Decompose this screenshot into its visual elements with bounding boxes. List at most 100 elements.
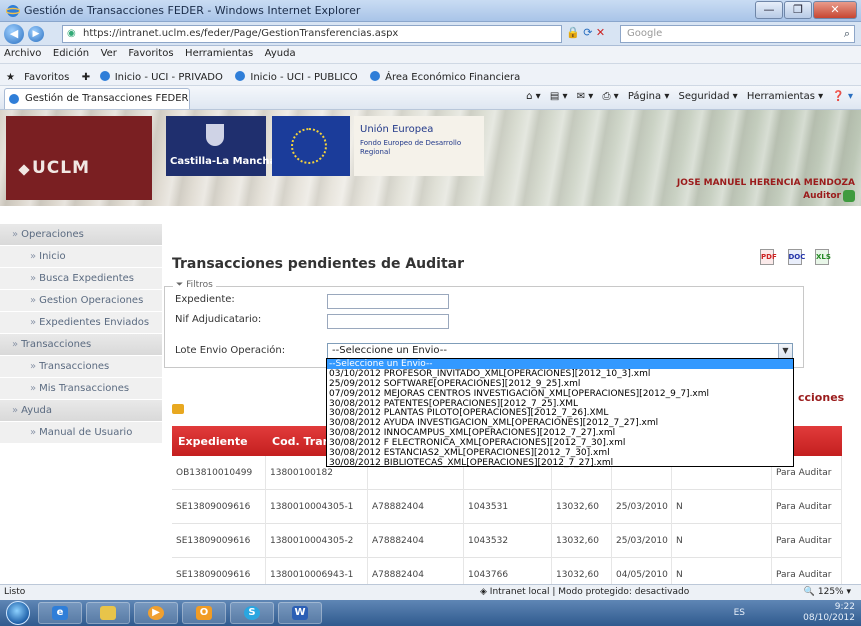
clock[interactable]: 9:22 08/10/2012	[803, 602, 855, 624]
table-row[interactable]: SE13809009616 1380010004305-1 A78882404 104…	[172, 490, 842, 524]
tools-menu[interactable]: Herramientas ▾	[747, 91, 823, 102]
sidebar-item-inicio[interactable]: » Inicio	[0, 246, 162, 268]
eu-stars-icon	[291, 128, 327, 164]
sidebar-item-busca-expedientes[interactable]: » Busca Expedientes	[0, 268, 162, 290]
page-content: UCLM Castilla-La Mancha Unión Europea Fo…	[0, 110, 861, 584]
security-menu[interactable]: Seguridad ▾	[679, 91, 738, 102]
add-favorite-icon[interactable]: ✚	[79, 68, 93, 83]
taskbar-outlook[interactable]: O	[182, 602, 226, 624]
column-header-expediente[interactable]: Expediente	[178, 435, 248, 448]
taskbar-skype[interactable]: S	[230, 602, 274, 624]
sidebar-item-gestion-operaciones[interactable]: » Gestion Operaciones	[0, 290, 162, 312]
fav-link-publico[interactable]: Inicio - UCI - PUBLICO	[232, 64, 363, 83]
status-text: Listo	[4, 587, 26, 597]
dropdown-option[interactable]: --Seleccione un Envio--	[327, 359, 793, 369]
favorites-button[interactable]: ★ Favoritos	[0, 64, 75, 83]
command-bar: Gestión de Transacciones FEDER ⌂ ▾ ▤ ▾ ✉…	[0, 86, 861, 110]
menu-edicion[interactable]: Edición	[49, 46, 93, 59]
print-icon[interactable]: ⎙ ▾	[602, 91, 618, 102]
table-cell: Para Auditar	[772, 490, 842, 524]
dropdown-option[interactable]: 30/08/2012 PATENTES[OPERACIONES][2012_7_…	[327, 399, 793, 409]
sidebar-item-label: Manual de Usuario	[39, 427, 133, 438]
table-row[interactable]: SE13809009616 1380010004305-2 A78882404 104…	[172, 524, 842, 558]
sidebar-item-manual-usuario[interactable]: » Manual de Usuario	[0, 422, 162, 444]
close-window-button[interactable]: ✕	[813, 1, 857, 19]
menu-ver[interactable]: Ver	[97, 46, 121, 59]
table-cell: 13032,60	[552, 558, 612, 584]
language-indicator[interactable]: ES	[734, 608, 745, 618]
taskbar-explorer[interactable]	[86, 602, 130, 624]
sidebar-item-expedientes-enviados[interactable]: » Expedientes Enviados	[0, 312, 162, 334]
search-input[interactable]: Google ⌕	[620, 25, 855, 43]
refresh-icon[interactable]: ⟳	[583, 26, 592, 39]
folder-icon[interactable]	[172, 404, 184, 414]
forward-button[interactable]: ▶	[28, 26, 44, 42]
back-button[interactable]: ◀	[4, 24, 24, 44]
minimize-button[interactable]: —	[755, 1, 783, 19]
search-icon[interactable]: ⌕	[844, 27, 850, 41]
taskbar-word[interactable]: W	[278, 602, 322, 624]
sidebar-section-transacciones[interactable]: » Transacciones	[0, 334, 162, 356]
command-buttons: ⌂ ▾ ▤ ▾ ✉ ▾ ⎙ ▾ Página ▾ Seguridad ▾ Her…	[520, 91, 853, 102]
fav-link-label: Área Económico Financiera	[385, 72, 521, 83]
export-xls-icon[interactable]: XLS	[815, 249, 831, 265]
help-icon[interactable]: ❓ ▾	[832, 91, 853, 102]
expediente-input[interactable]	[327, 294, 449, 309]
dropdown-option[interactable]: 30/08/2012 BIBLIOTECAS_XML[OPERACIONES][…	[327, 458, 793, 468]
lote-dropdown-list[interactable]: --Seleccione un Envio-- 03/10/2012 PROFE…	[326, 358, 794, 468]
dropdown-option[interactable]: 03/10/2012 PROFESOR_INVITADO_XML[OPERACI…	[327, 369, 793, 379]
dropdown-option[interactable]: 07/09/2012 MEJORAS CENTROS INVESTIGACION…	[327, 389, 793, 399]
sidebar-section-label: Ayuda	[21, 405, 53, 416]
zoom-control[interactable]: 🔍 125% ▾	[804, 587, 851, 597]
dropdown-option[interactable]: 30/08/2012 INNOCAMPUS_XML[OPERACIONES][2…	[327, 428, 793, 438]
nif-input[interactable]	[327, 314, 449, 329]
start-button[interactable]	[6, 601, 30, 625]
uclm-logo[interactable]: UCLM	[6, 116, 152, 200]
menu-ayuda[interactable]: Ayuda	[261, 46, 300, 59]
lock-icon[interactable]: 🔒	[566, 26, 580, 39]
taskbar-ie[interactable]: e	[38, 602, 82, 624]
dropdown-option[interactable]: 25/09/2012 SOFTWARE[OPERACIONES][2012_9_…	[327, 379, 793, 389]
zoom-icon: 🔍	[803, 587, 815, 597]
page-icon: ◉	[67, 28, 76, 39]
stop-icon[interactable]: ✕	[596, 26, 605, 39]
sidebar-item-mis-transacciones[interactable]: » Mis Transacciones	[0, 378, 162, 400]
dropdown-option[interactable]: 30/08/2012 F ELECTRONICA_XML[OPERACIONES…	[327, 438, 793, 448]
chevron-down-icon[interactable]: ▼	[778, 344, 792, 358]
eu-flag	[272, 116, 350, 176]
table-cell: 1380010004305-1	[266, 490, 368, 524]
sidebar-item-transacciones[interactable]: » Transacciones	[0, 356, 162, 378]
maximize-button[interactable]: ❐	[784, 1, 812, 19]
fav-link-economico[interactable]: Área Económico Financiera	[367, 64, 526, 83]
menu-favoritos[interactable]: Favoritos	[124, 46, 177, 59]
url-input[interactable]: ◉ https://intranet.uclm.es/feder/Page/Ge…	[62, 25, 562, 43]
table-row[interactable]: SE13809009616 1380010006943-1 A78882404 104…	[172, 558, 842, 584]
taskbar-media[interactable]: ▶	[134, 602, 178, 624]
table-cell: N	[672, 490, 772, 524]
bullet-icon: »	[12, 229, 19, 240]
page-menu[interactable]: Página ▾	[628, 91, 670, 102]
dropdown-option[interactable]: 30/08/2012 ESTANCIAS2_XML[OPERACIONES][2…	[327, 448, 793, 458]
dropdown-option[interactable]: 30/08/2012 AYUDA INVESTIGACION_XML[OPERA…	[327, 418, 793, 428]
home-icon[interactable]: ⌂ ▾	[526, 91, 541, 102]
sidebar-section-operaciones[interactable]: » Operaciones	[0, 224, 162, 246]
feeds-icon[interactable]: ▤ ▾	[550, 91, 568, 102]
menu-herramientas[interactable]: Herramientas	[181, 46, 257, 59]
lote-select[interactable]: --Seleccione un Envio-- ▼	[327, 343, 793, 359]
table-cell: 1043766	[464, 558, 552, 584]
tab-gestion-transacciones[interactable]: Gestión de Transacciones FEDER	[4, 88, 190, 109]
table-cell: 1380010004305-2	[266, 524, 368, 558]
menu-archivo[interactable]: Archivo	[0, 46, 45, 59]
fav-link-privado[interactable]: Inicio - UCI - PRIVADO	[97, 64, 229, 83]
sidebar-item-label: Mis Transacciones	[39, 383, 130, 394]
export-doc-icon[interactable]: DOC	[787, 249, 805, 265]
security-zone[interactable]: ◈ Intranet local | Modo protegido: desac…	[480, 587, 689, 597]
sidebar-section-ayuda[interactable]: » Ayuda	[0, 400, 162, 422]
dropdown-option[interactable]: 30/08/2012 PLANTAS PILOTO[OPERACIONES][2…	[327, 408, 793, 419]
tab-label: Gestión de Transacciones FEDER	[25, 93, 189, 104]
export-pdf-icon[interactable]: PDF	[760, 249, 777, 265]
mail-icon[interactable]: ✉ ▾	[577, 91, 594, 102]
ie-window-icon	[6, 5, 20, 17]
table-cell: N	[672, 558, 772, 584]
table-body: OB13810010499 13800100182 Para Auditar SE13…	[172, 456, 842, 584]
